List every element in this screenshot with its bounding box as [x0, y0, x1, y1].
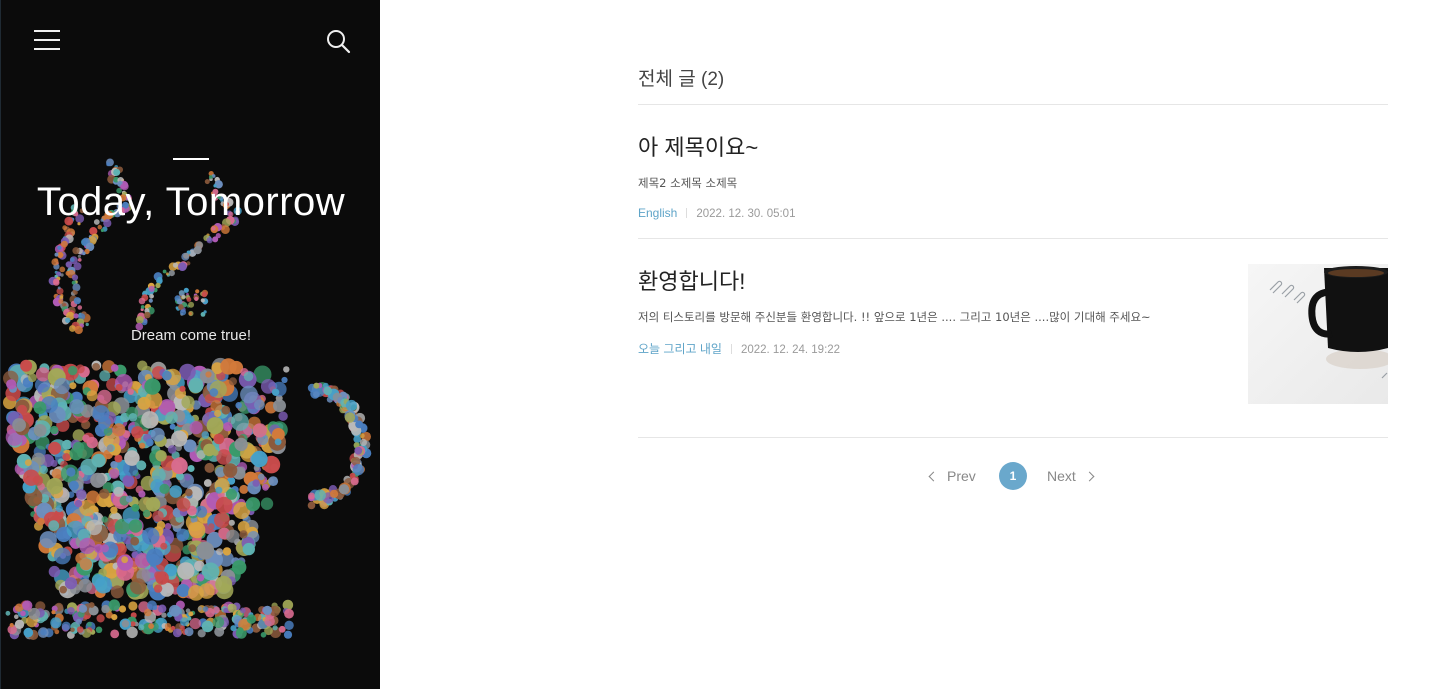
title-accent-bar [173, 158, 209, 160]
blog-title[interactable]: Today, Tomorrow [1, 180, 380, 225]
post-summary[interactable]: 제목2 소제목 소제목 [638, 175, 1388, 191]
meta-separator [730, 344, 732, 354]
prev-page-button[interactable]: Prev [928, 468, 976, 484]
post-date: 2022. 12. 24. 19:22 [740, 344, 841, 356]
prev-label: Prev [947, 468, 976, 484]
next-page-button[interactable]: Next [1047, 468, 1095, 484]
sidebar: Today, Tomorrow Dream come true! [0, 0, 380, 689]
category-heading: 전체 글 (2) [638, 69, 725, 90]
coffee-mug-thumbnail[interactable] [1248, 264, 1388, 404]
post-item[interactable]: 환영합니다! 저의 티스토리를 방문해 주신분들 환영합니다. !! 앞으로 1… [638, 264, 1388, 404]
search-icon[interactable] [325, 28, 351, 54]
post-category-link[interactable]: 오늘 그리고 내일 [638, 342, 722, 356]
hamburger-menu-icon[interactable] [34, 28, 60, 52]
post-meta: English 2022. 12. 30. 05:01 [638, 206, 1388, 220]
meta-separator [686, 208, 688, 218]
divider [638, 238, 1388, 239]
page-number-current[interactable]: 1 [999, 462, 1027, 490]
pagination: Prev 1 Next [928, 462, 1100, 490]
divider [638, 437, 1388, 438]
blog-subtitle: Dream come true! [130, 327, 252, 344]
divider [638, 104, 1388, 105]
post-date: 2022. 12. 30. 05:01 [696, 208, 796, 220]
coffee-cup-illustration [3, 158, 372, 641]
chevron-left-icon [928, 471, 939, 482]
next-label: Next [1047, 468, 1076, 484]
chevron-right-icon [1084, 471, 1095, 482]
post-title[interactable]: 아 제목이요~ [638, 130, 1388, 162]
post-item[interactable]: 아 제목이요~ 제목2 소제목 소제목 English 2022. 12. 30.… [638, 130, 1388, 220]
post-category-link[interactable]: English [638, 206, 677, 220]
